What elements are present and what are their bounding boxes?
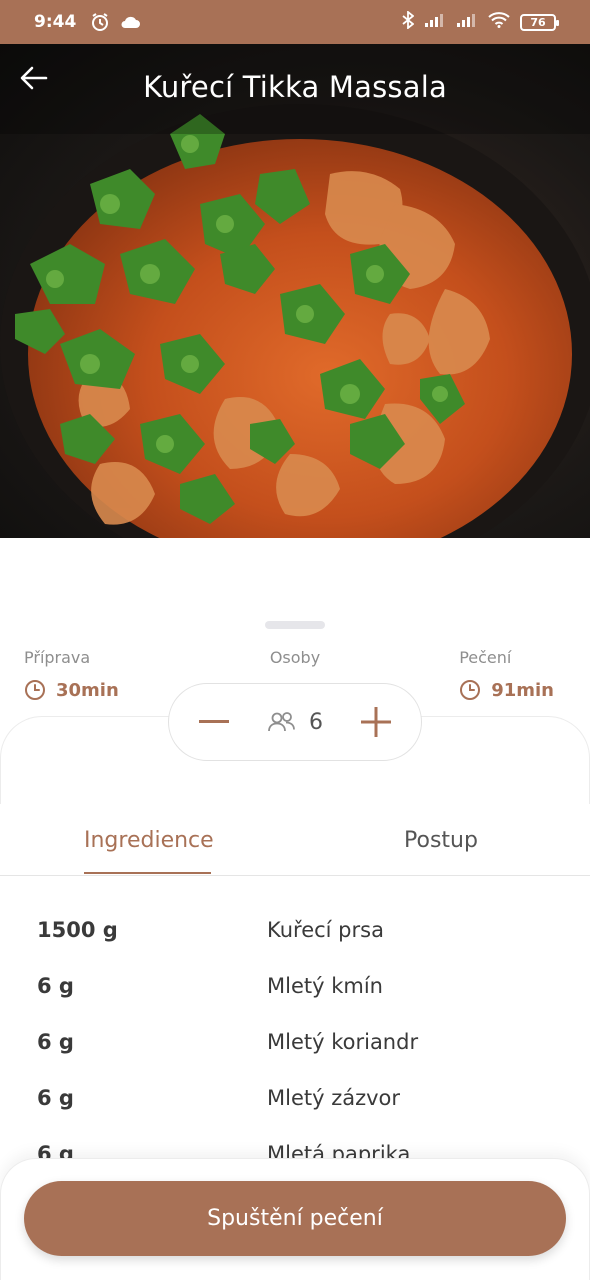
cook-time-label: Pečení	[459, 648, 512, 667]
sheet-drag-handle[interactable]	[265, 621, 325, 629]
ingredient-row: 6 g Mletý zázvor	[0, 1070, 590, 1126]
ingredient-name: Mletý koriandr	[267, 1030, 419, 1054]
increase-servings-button[interactable]	[359, 705, 393, 739]
cloud-icon	[120, 15, 141, 29]
servings-stepper: 6	[168, 683, 422, 761]
ingredient-row: 1500 g Kuřecí prsa	[0, 902, 590, 958]
recipe-tabs: Ingredience Postup	[0, 804, 590, 876]
recipe-title: Kuřecí Tikka Massala	[143, 70, 447, 104]
status-right-group: 76	[402, 0, 559, 44]
active-tab-indicator	[84, 872, 211, 874]
ingredient-quantity: 6 g	[37, 1030, 74, 1054]
ingredient-quantity: 1500 g	[37, 918, 118, 942]
ingredient-row: 6 g Mletý koriandr	[0, 1014, 590, 1070]
prep-time-value: 30min	[56, 679, 119, 701]
signal-icon	[424, 12, 446, 32]
ingredient-row: 6 g Mletý kmín	[0, 958, 590, 1014]
clock-icon	[460, 680, 481, 700]
ingredient-quantity: 6 g	[37, 974, 74, 998]
plus-icon	[361, 707, 391, 737]
bluetooth-icon	[402, 10, 415, 33]
alarm-icon	[90, 12, 110, 32]
tab-steps[interactable]: Postup	[404, 804, 478, 876]
ingredients-list[interactable]: 1500 g Kuřecí prsa 6 g Mletý kmín 6 g Ml…	[0, 876, 590, 1176]
start-baking-button[interactable]: Spuštění pečení	[24, 1181, 566, 1256]
signal-icon-2	[456, 12, 478, 32]
recipe-hero-image: Kuřecí Tikka Massala	[0, 44, 590, 538]
cook-time-stat: Pečení 91min	[459, 648, 554, 701]
servings-value: 6	[309, 709, 323, 735]
curry-dish-illustration	[0, 44, 590, 538]
recipe-detail-screen: 9:44 76 Kuřecí Tikka Massala Příprava 30…	[0, 0, 590, 1280]
decrease-servings-button[interactable]	[197, 705, 231, 739]
battery-icon: 76	[520, 13, 559, 31]
wifi-icon	[488, 12, 510, 32]
minus-icon	[199, 720, 229, 723]
status-bar: 9:44 76	[0, 0, 590, 44]
people-icon	[268, 712, 295, 732]
status-time: 9:44	[34, 12, 77, 32]
tab-ingredients[interactable]: Ingredience	[84, 804, 214, 876]
ingredient-name: Mletý zázvor	[267, 1086, 401, 1110]
ingredient-quantity: 6 g	[37, 1086, 74, 1110]
ingredient-name: Mletý kmín	[267, 974, 383, 998]
ingredient-name: Kuřecí prsa	[267, 918, 384, 942]
cook-time-value: 91min	[491, 679, 554, 701]
clock-icon	[25, 680, 45, 700]
